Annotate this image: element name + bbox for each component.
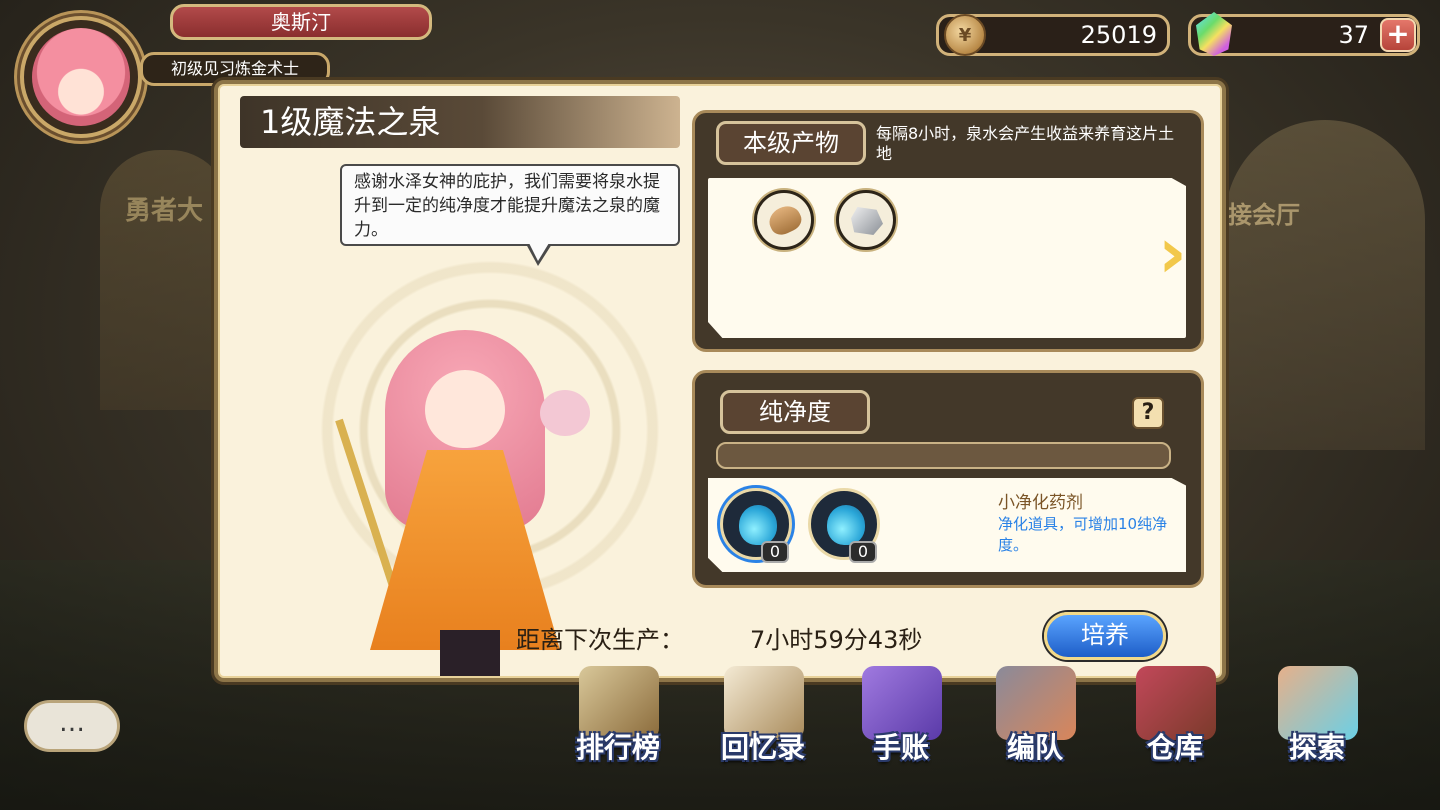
- speech-bubble-tail-inner: [529, 243, 549, 261]
- chat-button[interactable]: …: [24, 700, 120, 752]
- purity-tab-label: 纯净度: [720, 390, 870, 434]
- help-button[interactable]: ?: [1132, 397, 1164, 429]
- character-legs: [440, 630, 500, 676]
- nav-explore[interactable]: 探索: [1262, 660, 1372, 770]
- background-building-left: [100, 150, 230, 410]
- page-title: 1级魔法之泉: [240, 96, 680, 148]
- coin-icon: ¥: [944, 14, 986, 56]
- selected-potion-description: 净化道具，可增加10纯净度。: [998, 515, 1168, 554]
- add-gems-button[interactable]: +: [1380, 18, 1416, 52]
- selected-potion-name: 小净化药剂: [998, 493, 1083, 513]
- nav-notebook-label: 手账: [872, 731, 929, 764]
- background-sign-right: 接会厅: [1228, 201, 1300, 229]
- avatar-frame[interactable]: [6, 4, 156, 149]
- purify-potion-large-icon[interactable]: 0: [808, 488, 880, 563]
- player-name: 奥斯汀: [170, 4, 432, 40]
- character-face: [425, 370, 505, 448]
- nav-memoir[interactable]: 回忆录: [708, 660, 818, 770]
- potion-bottle-icon: [739, 505, 777, 545]
- production-description: 每隔8小时，泉水会产生收益来养育这片土地: [876, 124, 1175, 163]
- background-sign-left: 勇者大: [125, 196, 204, 226]
- nav-leaderboard-label: 排行榜: [575, 731, 660, 764]
- bread-icon[interactable]: [754, 190, 814, 250]
- potion-count: 0: [849, 541, 877, 563]
- nav-team[interactable]: 编队: [980, 660, 1090, 770]
- purity-progress-bar: [716, 442, 1171, 469]
- pet-creature-icon: [540, 390, 590, 436]
- nav-leaderboard[interactable]: 排行榜: [563, 660, 673, 770]
- nav-notebook[interactable]: 手账: [846, 660, 956, 770]
- potion-count: 0: [761, 541, 789, 563]
- ore-icon[interactable]: [836, 190, 896, 250]
- production-tab-label: 本级产物: [716, 121, 866, 165]
- avatar-portrait: [32, 28, 130, 126]
- countdown-label: 距离下次生产：: [516, 626, 684, 654]
- countdown-timer: 7小时59分43秒: [750, 626, 923, 654]
- nav-warehouse-label: 仓库: [1146, 731, 1203, 764]
- purify-potion-icon[interactable]: 0: [720, 488, 792, 563]
- nav-warehouse[interactable]: 仓库: [1120, 660, 1230, 770]
- avatar[interactable]: [20, 16, 142, 138]
- potion-bottle-icon: [827, 505, 865, 545]
- nav-explore-label: 探索: [1288, 731, 1345, 764]
- nav-memoir-label: 回忆录: [720, 731, 805, 764]
- cultivate-button[interactable]: 培养: [1044, 612, 1166, 660]
- nav-team-label: 编队: [1006, 731, 1063, 764]
- chevron-right-icon[interactable]: ›: [1158, 218, 1198, 294]
- background-building-right: [1225, 120, 1425, 450]
- speech-bubble: 感谢水泽女神的庇护，我们需要将泉水提升到一定的纯净度才能提升魔法之泉的魔力。: [340, 164, 680, 246]
